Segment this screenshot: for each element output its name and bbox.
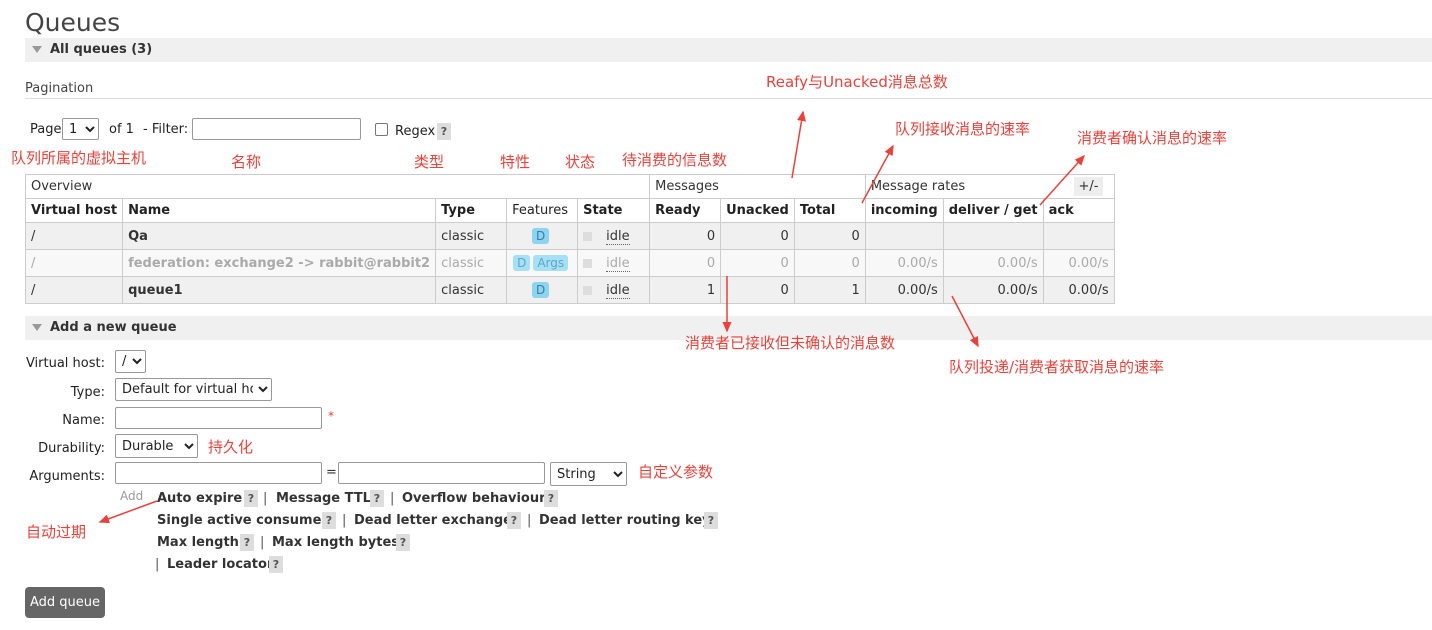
arrow-total: [791, 110, 806, 179]
arrow-incoming: [861, 144, 894, 204]
arrow-auto-expire: [98, 500, 158, 524]
annotation-arrows: [98, 110, 1086, 524]
arrow-ack: [1039, 154, 1086, 206]
arrow-deliver: [951, 295, 979, 348]
